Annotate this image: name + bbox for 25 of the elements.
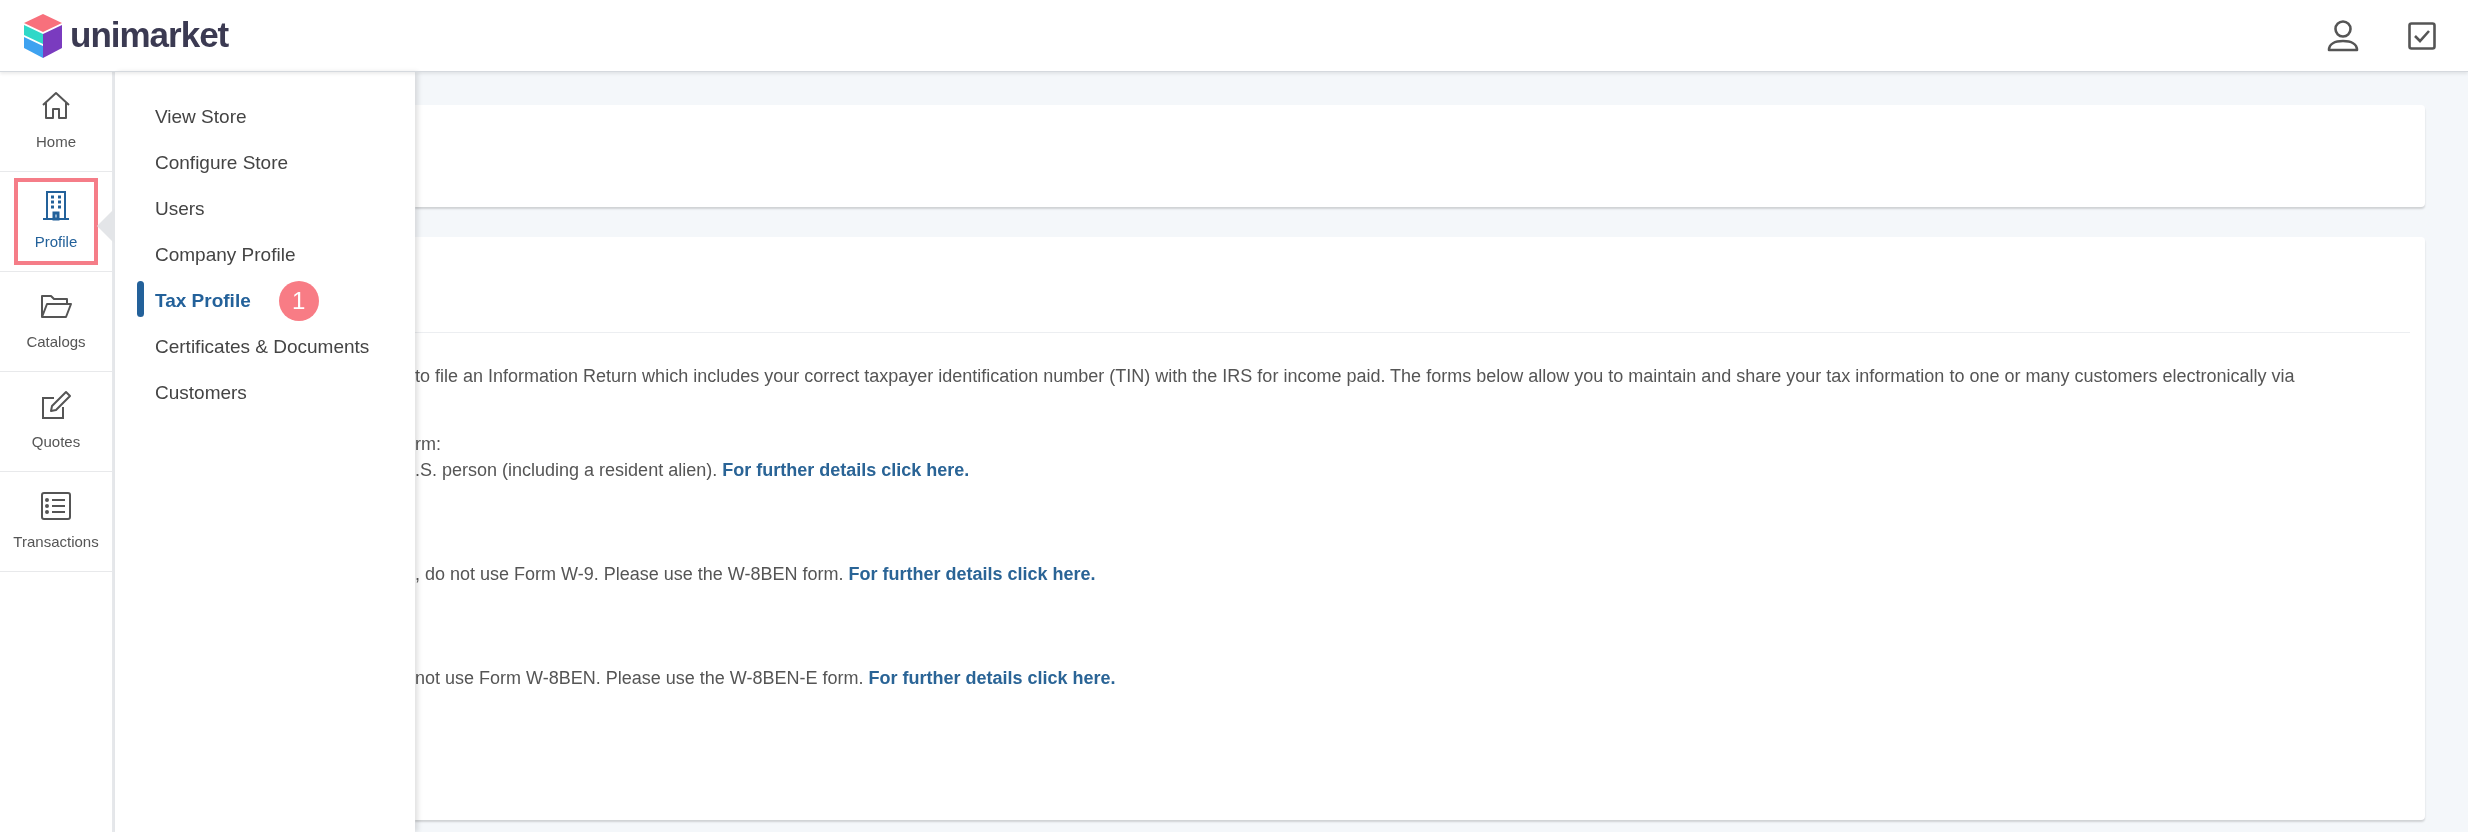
paragraph-text: rm:	[415, 434, 441, 454]
submenu-item[interactable]: Certificates & Documents	[155, 332, 370, 362]
nav-item[interactable]: Home	[14, 78, 98, 165]
details-link[interactable]: For further details click here.	[722, 460, 970, 480]
step-number-badge: 1	[278, 281, 319, 321]
nav-item[interactable]: Quotes	[14, 378, 98, 465]
logo-cube-icon	[24, 13, 62, 58]
submenu-item[interactable]: Customers	[155, 378, 247, 408]
nav-item[interactable]: Profile	[14, 178, 98, 265]
checkbox-icon[interactable]	[2408, 21, 2436, 50]
logo-text: unimarket	[70, 14, 229, 57]
submenu-item[interactable]: View Store	[155, 102, 247, 132]
user-icon[interactable]	[2326, 18, 2360, 53]
submenu-item[interactable]: Users	[155, 194, 205, 224]
submenu-item[interactable]: Company Profile	[155, 240, 296, 270]
details-link[interactable]: For further details click here.	[868, 668, 1116, 688]
nav-item[interactable]: Catalogs	[14, 278, 98, 365]
paragraph-text: not use Form W-8BEN. Please use the W-8BEN-E form.	[415, 668, 864, 688]
nav-item[interactable]: Transactions	[14, 478, 98, 565]
submenu-item[interactable]: Configure Store	[155, 148, 289, 178]
paragraph-text: to file an Information Return which includes your correct taxpayer identification number (TIN) with the IRS for income paid. The forms below allow you to maintain and share your tax information to one or many customers electronically via	[415, 366, 2295, 386]
paragraph-text: , do not use Form W-9. Please use the W-8BEN form.	[415, 564, 844, 584]
details-link[interactable]: For further details click here.	[848, 564, 1096, 584]
paragraph-text: .S. person (including a resident alien).	[415, 460, 718, 480]
submenu-item[interactable]: Tax Profile	[155, 286, 251, 316]
